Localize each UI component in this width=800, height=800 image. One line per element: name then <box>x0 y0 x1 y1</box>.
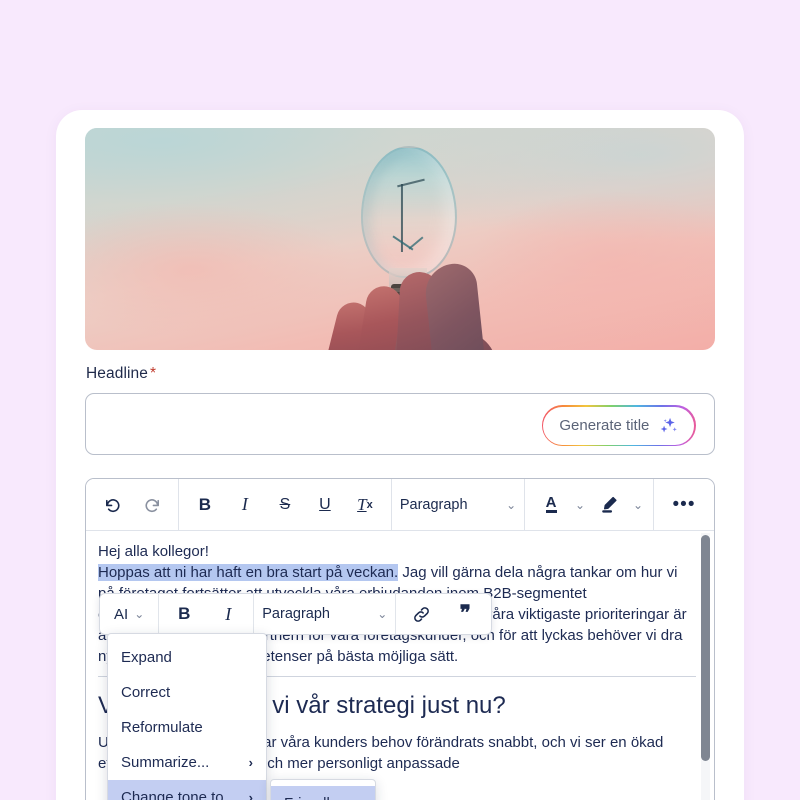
editor-scrollbar-thumb[interactable] <box>701 535 710 761</box>
menu-item-label: Summarize... <box>121 754 210 771</box>
greeting-text: Hej alla kollegor! <box>98 543 209 560</box>
generate-title-button[interactable]: Generate title <box>541 405 696 447</box>
banner-image <box>85 128 715 350</box>
sparkles-icon <box>658 417 678 435</box>
floating-block-type-value: Paragraph <box>262 606 330 622</box>
app-root: Headline * Generate title B I S U T x Pa… <box>0 0 800 800</box>
menu-item-label: Reformulate <box>121 719 203 736</box>
bold-button[interactable]: B <box>188 488 222 522</box>
headline-label-text: Headline <box>86 365 148 382</box>
blockquote-button[interactable]: ❞ <box>448 599 482 629</box>
hand-illustration <box>313 258 533 350</box>
menu-item-correct[interactable]: Correct <box>108 675 266 710</box>
greeting-line: Hej alla kollegor! <box>98 541 696 562</box>
tone-submenu: Friendly <box>270 779 376 800</box>
format-group: B I S U Tx <box>179 479 391 530</box>
required-marker: * <box>149 365 157 382</box>
history-group <box>86 479 178 530</box>
more-group: ••• <box>654 479 714 530</box>
clear-formatting-button[interactable]: Tx <box>348 488 382 522</box>
menu-item-label: Change tone to... <box>121 789 237 800</box>
block-type-value: Paragraph <box>399 496 468 513</box>
chevron-down-icon: ⌄ <box>506 497 517 512</box>
floating-format-toolbar: AI ⌄ B I Paragraph ⌄ ❞ <box>99 593 493 635</box>
floating-block-type-select[interactable]: Paragraph ⌄ <box>262 599 387 629</box>
color-group: A ⌄ ⌄ <box>525 479 653 530</box>
undo-icon[interactable] <box>95 488 129 522</box>
underline-button[interactable]: U <box>308 488 342 522</box>
generate-title-label: Generate title <box>559 417 650 435</box>
menu-item-label: Correct <box>121 684 171 701</box>
redo-icon[interactable] <box>135 488 169 522</box>
ai-dropdown-menu: Expand Correct Reformulate Summarize... … <box>107 633 267 800</box>
headline-input[interactable]: Generate title <box>85 393 715 455</box>
menu-item-change-tone[interactable]: Change tone to... › <box>108 780 266 800</box>
menu-item-expand[interactable]: Expand <box>108 640 266 675</box>
menu-item-reformulate[interactable]: Reformulate <box>108 710 266 745</box>
text-color-chevron-down-icon[interactable]: ⌄ <box>571 488 589 522</box>
editor-toolbar: B I S U Tx Paragraph ⌄ A ⌄ ⌄ ••• <box>86 479 714 531</box>
floating-chevron-down-icon: ⌄ <box>377 607 388 621</box>
ai-menu-button[interactable]: AI ⌄ <box>109 599 149 629</box>
ai-label: AI <box>114 605 129 623</box>
floating-italic-button[interactable]: I <box>211 599 245 629</box>
chevron-right-icon: › <box>248 755 253 770</box>
highlight-chevron-down-icon[interactable]: ⌄ <box>629 488 647 522</box>
ai-chevron-down-icon: ⌄ <box>134 607 145 621</box>
toolbar-divider-2 <box>390 479 392 531</box>
floating-bold-button[interactable]: B <box>167 599 201 629</box>
highlighter-icon[interactable] <box>592 488 626 522</box>
submenu-item-label: Friendly <box>284 795 337 800</box>
submenu-item-friendly[interactable]: Friendly <box>271 786 375 800</box>
strikethrough-button[interactable]: S <box>268 488 302 522</box>
menu-item-label: Expand <box>121 649 172 666</box>
text-color-button[interactable]: A <box>534 488 568 522</box>
floating-divider-2 <box>253 593 255 635</box>
thumb <box>423 261 486 350</box>
italic-button[interactable]: I <box>228 488 262 522</box>
link-icon[interactable] <box>404 599 438 629</box>
floating-divider-1 <box>158 593 160 635</box>
more-options-button[interactable]: ••• <box>663 488 705 522</box>
menu-item-summarize[interactable]: Summarize... › <box>108 745 266 780</box>
chevron-right-icon: › <box>248 790 253 800</box>
floating-divider-3 <box>395 593 397 635</box>
selected-sentence: Hoppas att ni har haft en bra start på v… <box>98 564 399 581</box>
block-type-select[interactable]: Paragraph ⌄ <box>400 488 516 522</box>
headline-label: Headline * <box>86 365 156 383</box>
